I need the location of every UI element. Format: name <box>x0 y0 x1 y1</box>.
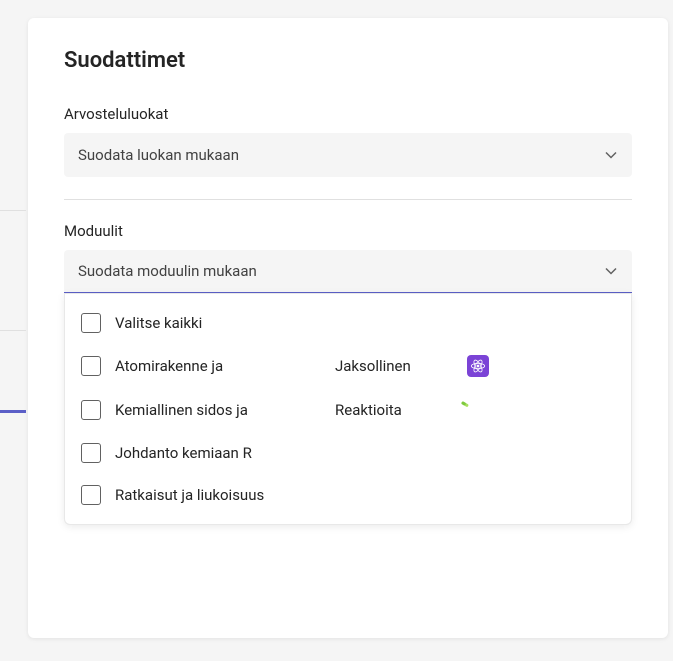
modules-label: Moduulit <box>64 222 632 240</box>
modules-options-list: Valitse kaikki Atomirakenne ja Jaksollin… <box>64 293 632 525</box>
filters-panel: Suodattimet Arvosteluluokat Suodata luok… <box>28 18 668 638</box>
chevron-down-icon <box>604 148 618 162</box>
modules-section: Moduulit Suodata moduulin mukaan Valitse… <box>64 222 632 525</box>
edge-active-indicator <box>0 410 26 413</box>
atom-icon <box>467 355 489 377</box>
rating-categories-section: Arvosteluluokat Suodata luokan mukaan <box>64 105 632 177</box>
option-kemiallinen[interactable]: Kemiallinen sidos ja Reaktioita <box>65 388 631 432</box>
edge-line <box>0 210 26 211</box>
chevron-down-icon <box>604 264 618 278</box>
option-label: Valitse kaikki <box>115 314 615 332</box>
option-label: Johdanto kemiaan R <box>115 444 615 462</box>
left-edge-decoration <box>0 0 28 643</box>
edge-line <box>0 330 26 331</box>
checkbox[interactable] <box>81 400 101 420</box>
option-ratkaisut[interactable]: Ratkaisut ja liukoisuus <box>65 474 631 516</box>
modules-placeholder: Suodata moduulin mukaan <box>78 262 257 280</box>
divider <box>64 199 632 200</box>
option-atomirakenne[interactable]: Atomirakenne ja Jaksollinen <box>65 344 631 388</box>
modules-dropdown[interactable]: Suodata moduulin mukaan <box>64 250 632 294</box>
option-johdanto[interactable]: Johdanto kemiaan R <box>65 432 631 474</box>
option-label: Ratkaisut ja liukoisuus <box>115 486 615 504</box>
test-tube-icon <box>452 399 470 421</box>
rating-categories-placeholder: Suodata luokan mukaan <box>78 146 239 164</box>
rating-categories-label: Arvosteluluokat <box>64 105 632 123</box>
panel-title: Suodattimet <box>64 48 632 73</box>
checkbox[interactable] <box>81 356 101 376</box>
option-label: Kemiallinen sidos ja Reaktioita <box>115 399 615 421</box>
rating-categories-dropdown[interactable]: Suodata luokan mukaan <box>64 133 632 177</box>
checkbox[interactable] <box>81 443 101 463</box>
option-label: Atomirakenne ja Jaksollinen <box>115 355 615 377</box>
checkbox[interactable] <box>81 485 101 505</box>
checkbox[interactable] <box>81 313 101 333</box>
option-select-all[interactable]: Valitse kaikki <box>65 302 631 344</box>
